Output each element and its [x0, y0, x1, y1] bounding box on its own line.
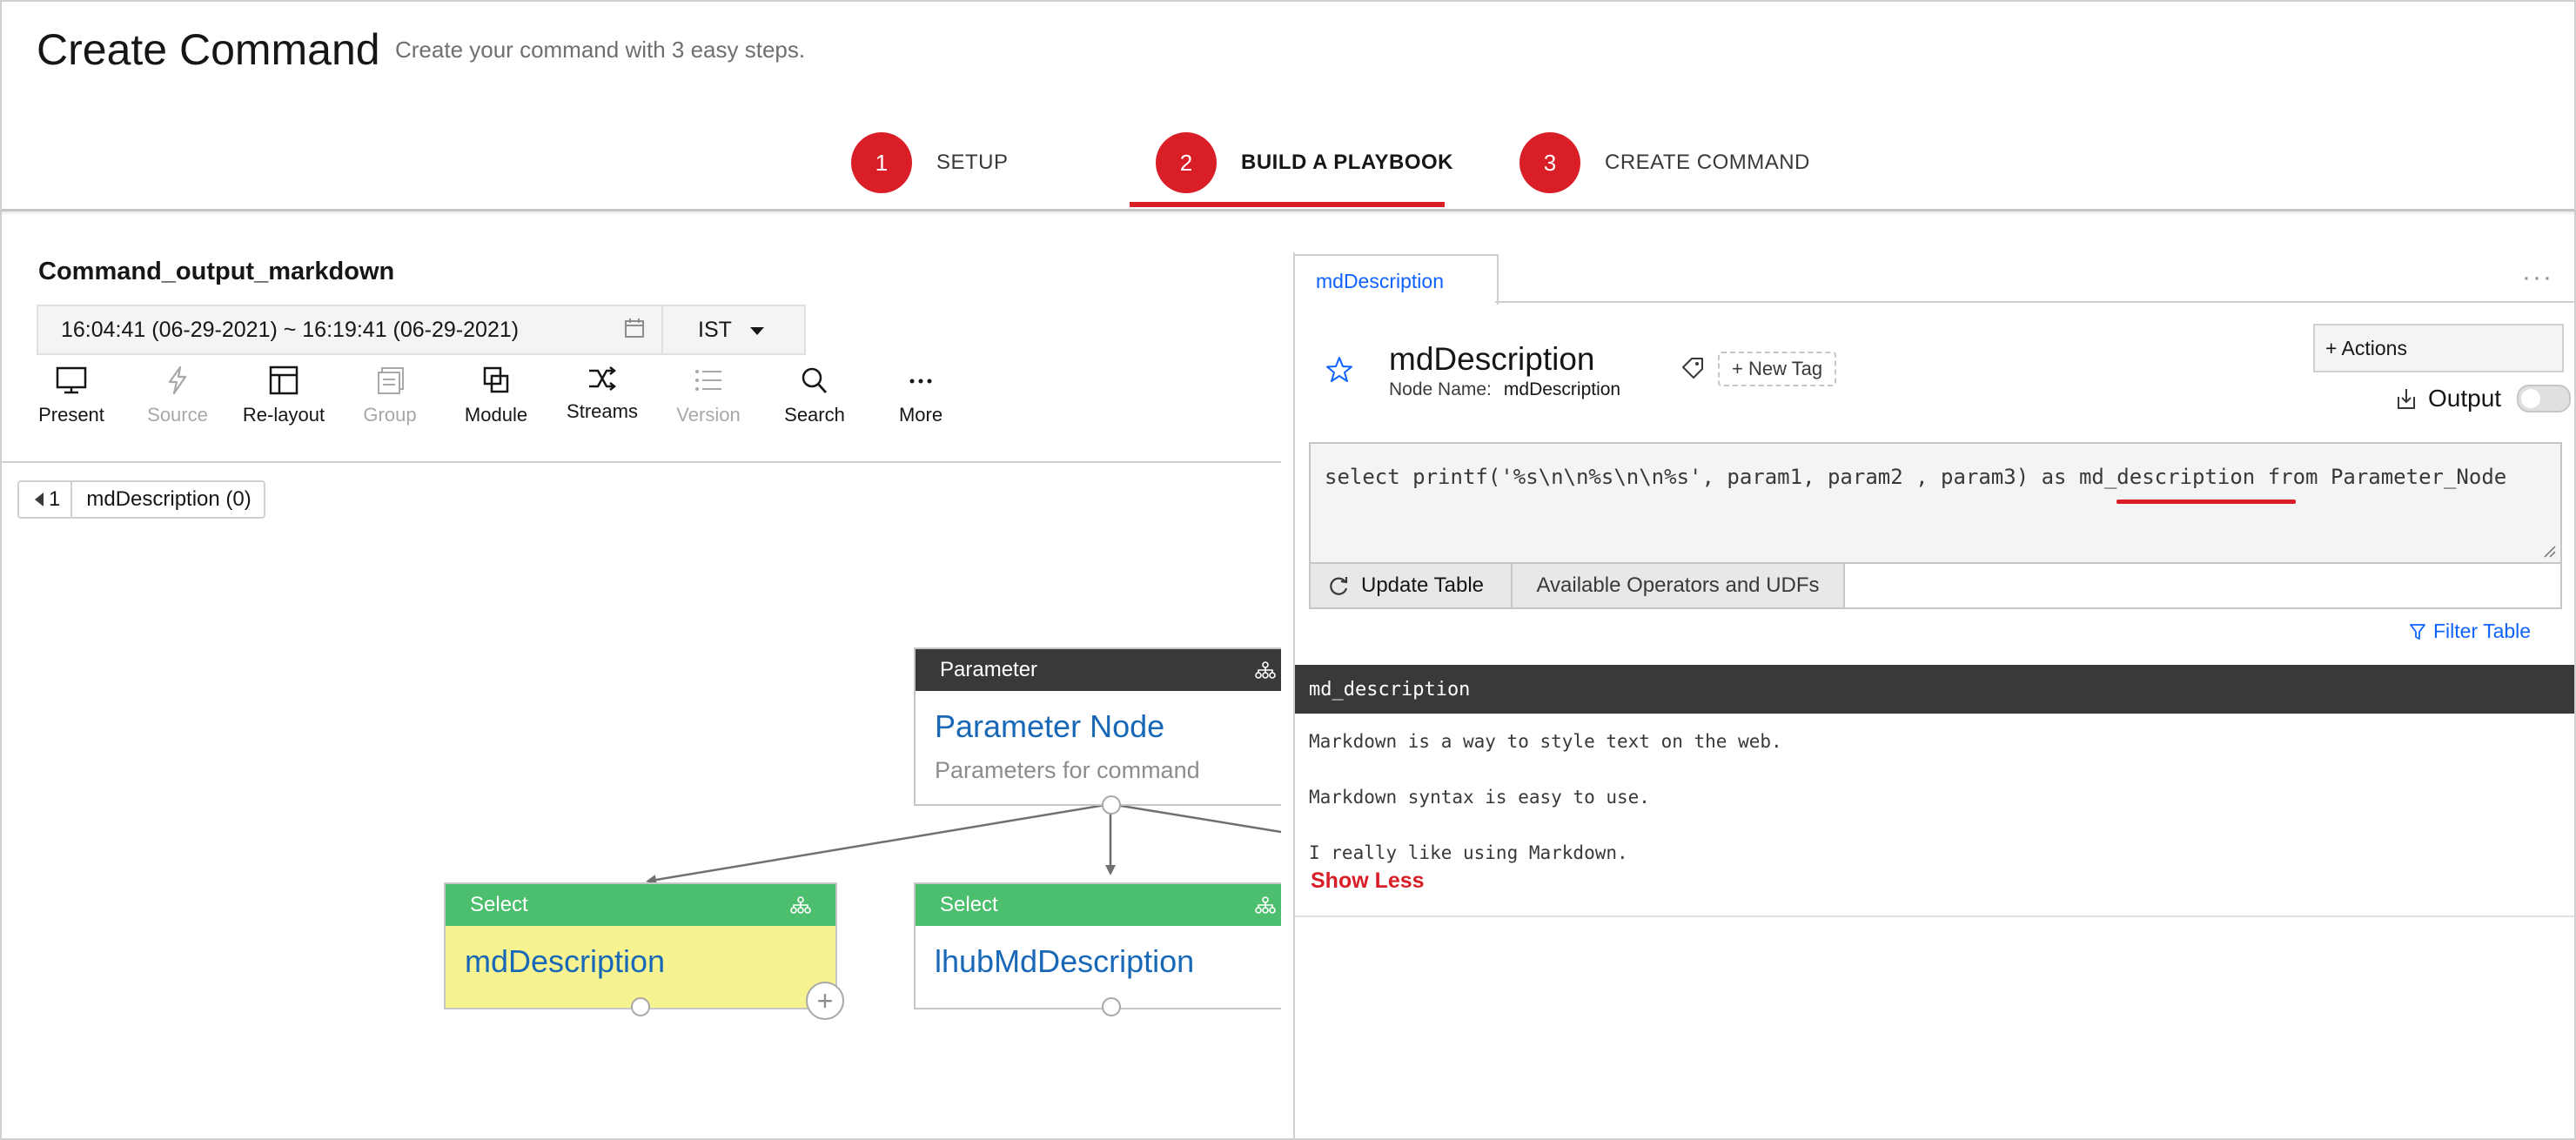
- node-name-value: mdDescription: [1503, 379, 1621, 399]
- node-type: Parameter: [940, 658, 1038, 681]
- node-type: Select: [940, 893, 998, 916]
- step-label: CREATE COMMAND: [1605, 151, 1810, 174]
- tab-bar-divider: [1495, 301, 2574, 303]
- download-icon: [2398, 389, 2415, 409]
- connector-to-mddescription: [646, 802, 1111, 885]
- filter-table-link[interactable]: Filter Table: [2409, 620, 2531, 643]
- connector-offscreen: [1110, 802, 1281, 834]
- tab-label: mdDescription: [1316, 270, 1444, 292]
- node-name: mdDescription: [465, 943, 666, 979]
- tab-mddescription[interactable]: mdDescription: [1293, 254, 1499, 305]
- query-editor[interactable]: select printf('%s\n\n%s\n\n%s', param1, …: [1309, 442, 2562, 564]
- filter-icon: [2410, 623, 2425, 640]
- result-table-header: md_description: [1295, 665, 2574, 714]
- parameter-node-header: Parameter: [916, 649, 1281, 691]
- refresh-icon: [1330, 577, 1348, 595]
- output-toggle[interactable]: [2517, 385, 2572, 412]
- filter-table-label: Filter Table: [2433, 620, 2532, 642]
- hierarchy-icon: [1255, 896, 1276, 914]
- playbook-pane: Command_output_markdown 16:04:41 (06-29-…: [0, 0, 1281, 1140]
- node-name: Parameter Node: [935, 708, 1165, 744]
- output-port[interactable]: [1102, 997, 1121, 1016]
- select-node-lhubmddescription[interactable]: Select lhubMdDescription: [914, 882, 1281, 1009]
- hierarchy-icon: [1255, 661, 1276, 679]
- query-button-bar: Update Table Available Operators and UDF…: [1309, 562, 2562, 609]
- step-number: 3: [1519, 132, 1580, 193]
- star-icon[interactable]: [1325, 355, 1354, 385]
- step-create-command[interactable]: 3 CREATE COMMAND: [1519, 132, 1810, 193]
- annotation-underline: [2116, 500, 2296, 504]
- result-cell: Markdown is a way to style text on the w…: [1309, 731, 1782, 863]
- result-row-divider: [1295, 915, 2574, 917]
- output-control: Output: [2395, 385, 2572, 412]
- select-node-header: Select: [446, 884, 835, 926]
- output-port[interactable]: [631, 997, 650, 1016]
- query-text: select printf('%s\n\n%s\n\n%s', param1, …: [1325, 465, 2507, 489]
- new-tag-button[interactable]: + New Tag: [1718, 352, 1837, 386]
- output-label: Output: [2428, 385, 2502, 412]
- resize-handle-icon[interactable]: [2543, 545, 2557, 559]
- actions-button[interactable]: + Actions: [2313, 324, 2564, 372]
- select-node-mddescription[interactable]: Select mdDescription: [444, 882, 837, 1009]
- update-table-label: Update Table: [1361, 573, 1484, 597]
- tag-icon: [1682, 358, 1703, 379]
- node-name-meta: Node Name: mdDescription: [1389, 379, 1620, 400]
- actions-label: + Actions: [2325, 337, 2407, 359]
- result-column-header[interactable]: md_description: [1309, 679, 1470, 701]
- node-name-label: Node Name:: [1389, 379, 1492, 399]
- node-type: Select: [470, 893, 528, 916]
- output-port[interactable]: [1102, 795, 1121, 815]
- toggle-knob: [2521, 389, 2541, 408]
- add-node-icon[interactable]: +: [806, 982, 844, 1020]
- update-table-button[interactable]: Update Table: [1311, 564, 1513, 607]
- show-less-link[interactable]: Show Less: [1311, 868, 1425, 894]
- overflow-menu-icon[interactable]: ···: [2522, 263, 2553, 292]
- hierarchy-icon: [790, 896, 811, 914]
- select-node-header: Select: [916, 884, 1281, 926]
- available-operators-button[interactable]: Available Operators and UDFs: [1513, 564, 1845, 607]
- node-name: lhubMdDescription: [935, 943, 1195, 979]
- parameter-node[interactable]: Parameter Parameter Node Parameters for …: [914, 647, 1281, 806]
- node-description: Parameters for command: [935, 757, 1200, 783]
- node-title: mdDescription: [1389, 341, 1595, 377]
